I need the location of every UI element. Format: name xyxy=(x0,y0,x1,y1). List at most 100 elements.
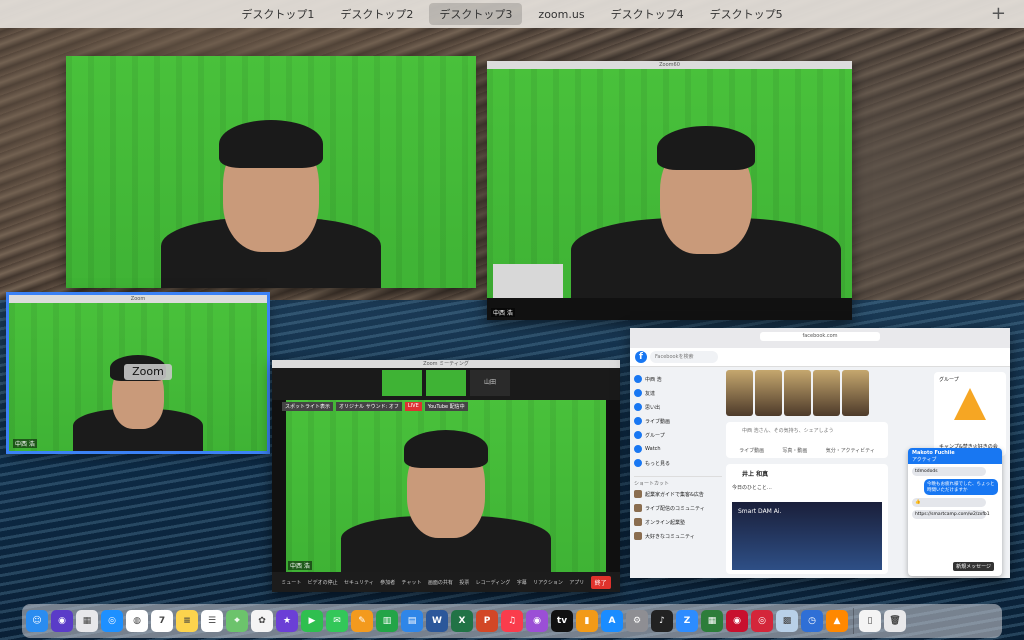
messages-icon[interactable]: ✉ xyxy=(326,610,348,632)
pages-icon[interactable]: ✎ xyxy=(351,610,373,632)
vlc-icon[interactable]: ▲ xyxy=(826,610,848,632)
feed-post[interactable]: 井上 和真 今日のひとこと… Smart DAM Ai. xyxy=(726,464,888,574)
imovie-icon[interactable]: ★ xyxy=(276,610,298,632)
zoom-preview-window[interactable]: Zoom Zoom 中西 浩 xyxy=(6,292,270,454)
document-icon[interactable]: ▯ xyxy=(859,610,881,632)
participant-thumbnail[interactable] xyxy=(382,370,422,396)
post-action-button[interactable]: 写真・動画 xyxy=(782,447,807,454)
maps-icon[interactable]: ⌖ xyxy=(226,610,248,632)
toolbar-button[interactable]: チャット xyxy=(402,579,422,586)
meeting-toolbar: ミュート ビデオの停止 セキュリティ 参加者 チャット 画面の共有 投票 レコーディング 字幕リ… xyxy=(272,572,620,592)
piano-icon[interactable]: ♪ xyxy=(651,610,673,632)
sidebar-item[interactable]: もっと見る xyxy=(634,456,722,470)
status-pill[interactable]: スポットライト表示 xyxy=(282,402,334,411)
podcasts-icon[interactable]: ◉ xyxy=(526,610,548,632)
toolbar-button[interactable]: 参加者 xyxy=(380,579,395,586)
desktop-tab[interactable]: zoom.us xyxy=(528,5,594,24)
launchpad-icon[interactable]: ▦ xyxy=(76,610,98,632)
participant-thumbnail[interactable]: 山田 xyxy=(470,370,510,396)
group-card[interactable]: グループ キャンプ&焚き火好きの会 xyxy=(934,372,1006,456)
news-feed: 中西 浩さん、その気持ち、シェアしよう ライブ動画 写真・動画 気分・アクティビティ… xyxy=(726,370,888,578)
post-author[interactable]: 井上 和真 xyxy=(742,469,768,478)
toolbar-button[interactable]: アプリ xyxy=(569,579,584,586)
desktop-tab[interactable]: デスクトップ3 xyxy=(429,3,523,25)
zoom-icon[interactable]: Z xyxy=(676,610,698,632)
keynote-icon[interactable]: ▤ xyxy=(401,610,423,632)
siri-icon[interactable]: ◉ xyxy=(51,610,73,632)
post-action-button[interactable]: 気分・アクティビティ xyxy=(826,447,875,454)
numbers-icon[interactable]: ▥ xyxy=(376,610,398,632)
toolbar-button[interactable]: 画面の共有 xyxy=(428,579,453,586)
sidebar-item[interactable]: 友達 xyxy=(634,386,722,400)
safari-icon[interactable]: ◎ xyxy=(101,610,123,632)
story-card[interactable] xyxy=(813,370,840,416)
spreadsheet-icon[interactable]: ▦ xyxy=(701,610,723,632)
story-card[interactable] xyxy=(842,370,869,416)
notes-icon[interactable]: ≡ xyxy=(176,610,198,632)
sidebar-item[interactable]: ライブ動画 xyxy=(634,414,722,428)
calendar-icon[interactable]: 7 xyxy=(151,610,173,632)
tv-icon[interactable]: tv xyxy=(551,610,573,632)
status-pill[interactable]: LIVE xyxy=(404,402,422,411)
address-bar[interactable]: facebook.com xyxy=(760,332,880,341)
end-meeting-button[interactable]: 終了 xyxy=(590,575,611,589)
desktop-tab[interactable]: デスクトップ4 xyxy=(601,3,694,25)
story-card[interactable] xyxy=(755,370,782,416)
toolbar-button[interactable]: 字幕 xyxy=(517,579,527,586)
settings-icon[interactable]: ⚙ xyxy=(626,610,648,632)
sidebar-item[interactable]: Watch xyxy=(634,442,722,456)
recorder-icon[interactable]: ◉ xyxy=(726,610,748,632)
camera-window-large[interactable] xyxy=(66,56,476,288)
toolbar-button[interactable]: ミュート xyxy=(281,579,301,586)
preview-icon[interactable]: ▩ xyxy=(776,610,798,632)
appstore-icon[interactable]: A xyxy=(601,610,623,632)
sidebar-item[interactable]: 思い出 xyxy=(634,400,722,414)
story-card[interactable] xyxy=(726,370,753,416)
shortcut-item[interactable]: 大好きなコミュニティ xyxy=(634,529,722,543)
desktop-tab[interactable]: デスクトップ2 xyxy=(330,3,423,25)
add-desktop-button[interactable]: + xyxy=(991,3,1006,24)
desktop-tab[interactable]: デスクトップ5 xyxy=(700,3,793,25)
podcast-red-icon[interactable]: ◎ xyxy=(751,610,773,632)
music-icon[interactable]: ♫ xyxy=(501,610,523,632)
story-card[interactable] xyxy=(784,370,811,416)
participant-thumbnail[interactable] xyxy=(426,370,466,396)
shortcut-item[interactable]: 起業家ガイドで集客&広告 xyxy=(634,487,722,501)
sidebar-item[interactable]: グループ xyxy=(634,428,722,442)
create-post[interactable]: 中西 浩さん、その気持ち、シェアしよう ライブ動画 写真・動画 気分・アクティビティ xyxy=(726,422,888,458)
shortcut-item[interactable]: オンライン起業塾 xyxy=(634,515,722,529)
camera-window-right[interactable]: Zoom60 中西 浩 xyxy=(487,61,852,320)
status-pill[interactable]: YouTube 配信中 xyxy=(424,402,468,411)
facebook-logo[interactable]: f xyxy=(635,351,647,363)
sidebar-item-icon xyxy=(634,417,642,425)
finder-icon[interactable]: ☺ xyxy=(26,610,48,632)
toolbar-button[interactable]: リアクション xyxy=(533,579,563,586)
sidebar-item[interactable]: 中西 浩 xyxy=(634,372,722,386)
chrome-icon[interactable]: ◍ xyxy=(126,610,148,632)
status-pill[interactable]: オリジナル サウンド: オフ xyxy=(336,402,402,411)
shortcut-item[interactable]: ライブ配信のコミュニティ xyxy=(634,501,722,515)
toolbar-button[interactable]: セキュリティ xyxy=(344,579,374,586)
sidebar-item-icon xyxy=(634,459,642,467)
toolbar-button[interactable]: レコーディング xyxy=(476,579,511,586)
toolbar-button[interactable]: 投票 xyxy=(459,579,469,586)
new-message-button[interactable]: 新規メッセージ xyxy=(953,562,994,571)
trash-icon[interactable]: 🗑 xyxy=(884,610,906,632)
search-input[interactable]: Facebookを検索 xyxy=(650,351,718,363)
post-action-button[interactable]: ライブ動画 xyxy=(739,447,764,454)
facetime-icon[interactable]: ▶ xyxy=(301,610,323,632)
shortcut-thumbnail xyxy=(634,504,642,512)
reminders-icon[interactable]: ☰ xyxy=(201,610,223,632)
books-icon[interactable]: ▮ xyxy=(576,610,598,632)
toolbar-button[interactable]: ビデオの停止 xyxy=(308,579,338,586)
powerpoint-icon[interactable]: P xyxy=(476,610,498,632)
zoom-meeting-window[interactable]: Zoom ミーティング 山田 スポットライト表示 オリジナル サウンド: オフ LI… xyxy=(272,360,620,592)
post-image[interactable]: Smart DAM Ai. xyxy=(732,502,882,570)
chat-contact-status: アクティブ xyxy=(912,457,937,463)
desktop-tab[interactable]: デスクトップ1 xyxy=(231,3,324,25)
quicktime-icon[interactable]: ◷ xyxy=(801,610,823,632)
excel-icon[interactable]: X xyxy=(451,610,473,632)
word-icon[interactable]: W xyxy=(426,610,448,632)
photos-icon[interactable]: ✿ xyxy=(251,610,273,632)
messenger-chat[interactable]: Makoto Fuchiie アクティブ tdmodods 今晩もお疲れ様でした、… xyxy=(908,448,1002,576)
